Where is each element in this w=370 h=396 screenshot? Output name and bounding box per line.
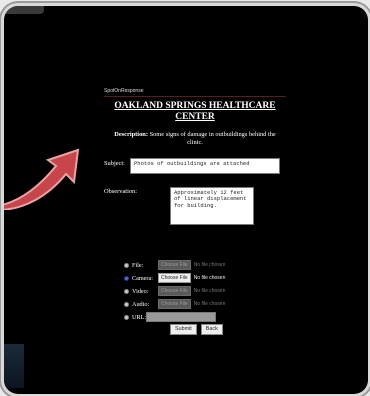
media-row-camera: Camera: Choose File No file chosen [124,273,225,283]
file-status-audio: No file chosen [193,301,226,307]
radio-file[interactable] [124,262,129,268]
facility-title: OAKLAND SPRINGS HEALTHCARE CENTER [114,101,276,122]
subject-input[interactable]: Photos of outbuildings are attached [130,158,280,174]
submit-button[interactable]: Submit [170,324,197,335]
radio-camera[interactable] [124,275,129,281]
file-status-video: No file chosen [193,288,226,294]
corner-flag-decoration [4,344,24,388]
file-status-file: No file chosen [193,262,226,268]
media-label-camera: Camera: [132,274,153,282]
radio-audio[interactable] [124,301,129,307]
choose-file-button-audio[interactable]: Choose File [158,299,191,309]
form-buttons: Submit Back [170,324,223,335]
media-label-file: File: [132,261,144,269]
media-row-url: URL: [124,312,216,322]
back-button[interactable]: Back [200,324,223,335]
top-edge-strip [4,6,44,14]
choose-file-button-camera[interactable]: Choose File [158,273,191,283]
radio-video[interactable] [124,288,129,294]
media-row-audio: Audio: Choose File No file chosen [124,299,225,309]
device-frame: SpotOnResponse OAKLAND SPRINGS HEALTHCAR… [4,6,368,394]
choose-file-button-file[interactable]: Choose File [158,260,191,270]
description-label: Description: [114,131,148,138]
report-form: SpotOnResponse OAKLAND SPRINGS HEALTHCAR… [104,88,286,335]
choose-file-button-video[interactable]: Choose File [158,286,191,296]
media-row-file: File: Choose File No file chosen [124,260,225,270]
pointer-arrow-icon [4,144,88,211]
media-label-video: Video: [132,287,149,295]
radio-url[interactable] [124,314,129,320]
media-label-audio: Audio: [132,300,150,308]
media-label-url: URL: [132,313,147,321]
observation-textarea[interactable]: Approximately 12 feet of linear displace… [170,187,254,225]
description-text: Some signs of damage in outbuildings beh… [149,131,276,146]
file-status-camera: No file chosen [193,275,226,281]
url-input[interactable] [146,312,216,322]
media-row-video: Video: Choose File No file chosen [124,286,225,296]
app-name: SpotOnResponse [104,88,286,97]
subject-label: Subject: [104,160,125,167]
description: Description: Some signs of damage in out… [104,131,286,147]
observation-label: Observation: [104,188,138,195]
